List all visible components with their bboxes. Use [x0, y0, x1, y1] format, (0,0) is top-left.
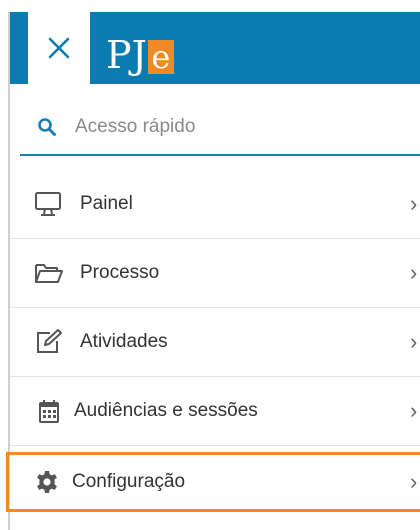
- menu-item-processo[interactable]: Processo ›: [10, 239, 420, 308]
- sidebar-menu: Painel › Processo › Atividades › Audiênc…: [6, 170, 420, 512]
- chevron-right-icon: ›: [410, 191, 418, 216]
- quick-access-search[interactable]: [20, 100, 420, 156]
- menu-item-painel[interactable]: Painel ›: [10, 170, 420, 239]
- menu-item-label: Configuração: [72, 471, 186, 492]
- folder-open-icon: [34, 262, 64, 284]
- logo-text-pj: PJ: [106, 33, 147, 77]
- menu-item-label: Atividades: [80, 331, 168, 352]
- chevron-right-icon: ›: [410, 398, 418, 423]
- close-icon: [48, 37, 70, 59]
- chevron-right-icon: ›: [410, 469, 418, 494]
- chevron-right-icon: ›: [410, 260, 418, 285]
- close-button[interactable]: [28, 12, 90, 84]
- menu-item-atividades[interactable]: Atividades ›: [10, 308, 420, 377]
- gear-icon: [35, 470, 59, 494]
- menu-item-configuracao[interactable]: Configuração ›: [6, 452, 420, 512]
- search-icon: [38, 118, 56, 136]
- calendar-icon: [38, 398, 60, 424]
- pje-logo[interactable]: PJ e: [106, 32, 174, 74]
- logo-text-e: e: [147, 40, 174, 74]
- edit-icon: [34, 328, 64, 356]
- menu-item-label: Painel: [80, 193, 133, 214]
- search-input[interactable]: [73, 115, 377, 139]
- menu-item-label: Processo: [80, 262, 160, 283]
- menu-item-audiencias[interactable]: Audiências e sessões ›: [10, 377, 420, 446]
- chevron-right-icon: ›: [410, 329, 418, 354]
- header-bar: PJ e: [10, 12, 420, 84]
- menu-item-label: Audiências e sessões: [74, 400, 258, 421]
- monitor-icon: [34, 191, 62, 217]
